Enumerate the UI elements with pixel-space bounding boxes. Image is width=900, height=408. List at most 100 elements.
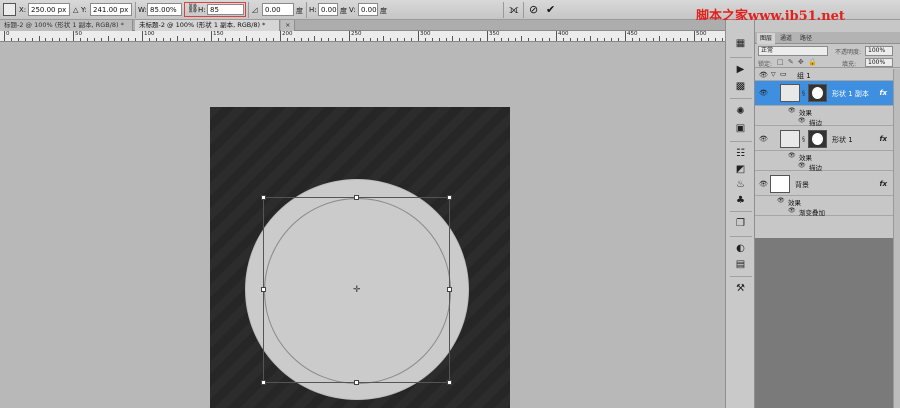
angle-input[interactable]: 0.00 bbox=[262, 3, 294, 16]
styles-panel-icon[interactable]: ◩ bbox=[733, 163, 748, 176]
ruler-label: 450 bbox=[627, 31, 638, 37]
link-icon: § bbox=[802, 136, 805, 143]
tool-presets-icon[interactable]: ⚒ bbox=[733, 282, 748, 295]
warp-icon[interactable]: ⟗ bbox=[509, 3, 519, 17]
fx-icon[interactable]: fx bbox=[879, 180, 887, 188]
effects-row[interactable]: 👁 效果 bbox=[755, 196, 893, 207]
hskew-input[interactable]: 0.00 bbox=[318, 3, 338, 16]
brightness-panel-icon[interactable]: ✺ bbox=[733, 105, 748, 118]
layer-thumbnail bbox=[780, 130, 800, 148]
canvas-workspace[interactable]: ✛ bbox=[0, 42, 725, 408]
transform-handle-right[interactable] bbox=[447, 287, 452, 292]
transform-handle-top[interactable] bbox=[354, 195, 359, 200]
separator bbox=[730, 57, 752, 58]
w-label: W: bbox=[138, 6, 147, 14]
y-input[interactable]: 241.00 px bbox=[90, 3, 132, 16]
visibility-eye-icon[interactable]: 👁 bbox=[759, 180, 768, 188]
ruler-tick bbox=[370, 38, 371, 41]
cancel-transform-icon[interactable]: ⊘ bbox=[529, 3, 538, 16]
effects-row[interactable]: 👁 效果 bbox=[755, 151, 893, 162]
lock-icons[interactable]: □ ✎ ✥ 🔒 bbox=[777, 58, 818, 66]
width-input[interactable]: 85.00% bbox=[147, 3, 182, 16]
blend-mode-select[interactable]: 正常 bbox=[758, 46, 828, 56]
fx-icon[interactable]: fx bbox=[879, 135, 887, 143]
ruler-tick bbox=[494, 38, 495, 41]
ruler-tick bbox=[397, 38, 398, 41]
ruler-tick bbox=[108, 36, 109, 41]
crosshair-icon[interactable]: ✛ bbox=[353, 286, 361, 295]
ruler-label: 250 bbox=[351, 31, 362, 37]
visibility-eye-icon[interactable]: 👁 bbox=[788, 152, 796, 159]
paths-panel-icon[interactable]: ▤ bbox=[733, 258, 748, 271]
visibility-eye-icon[interactable]: 👁 bbox=[798, 162, 806, 169]
adjustments-panel-icon[interactable]: ☷ bbox=[733, 147, 748, 160]
transform-handle-bottom[interactable] bbox=[354, 380, 359, 385]
transform-handle-bottom-right[interactable] bbox=[447, 380, 452, 385]
commit-transform-icon[interactable]: ✔ bbox=[546, 3, 555, 16]
visibility-eye-icon[interactable]: 👁 bbox=[798, 117, 806, 124]
effects-row[interactable]: 👁 效果 bbox=[755, 106, 893, 117]
h-label: H: bbox=[198, 6, 206, 14]
tab-document-2[interactable]: 未标题-2 @ 100% (形状 1 副本, RGB/8) * bbox=[135, 20, 280, 31]
transform-handle-top-right[interactable] bbox=[447, 195, 452, 200]
reference-point-icon[interactable] bbox=[3, 3, 16, 16]
visibility-eye-icon[interactable]: 👁 bbox=[759, 135, 768, 143]
tab-channels[interactable]: 通道 bbox=[777, 33, 795, 44]
ruler-tick bbox=[301, 38, 302, 41]
panel-tool-strip: ▦ ▶ ▩ ✺ ▣ ☷ ◩ ♨ ♣ ❐ ◐ ▤ ⚒ bbox=[725, 20, 755, 408]
fill-input[interactable]: 100% bbox=[865, 58, 893, 67]
transform-handle-left[interactable] bbox=[261, 287, 266, 292]
tab-layers[interactable]: 图层 bbox=[757, 33, 776, 44]
effect-name: 描边 bbox=[809, 164, 822, 172]
layer-row-shape-copy[interactable]: 👁 § 形状 1 副本 fx bbox=[755, 81, 893, 106]
height-input[interactable]: 85 bbox=[207, 4, 244, 15]
effect-gradient-overlay-row[interactable]: 👁 渐变叠加 bbox=[755, 206, 893, 217]
tab-close[interactable]: × bbox=[281, 20, 295, 31]
ruler-tick bbox=[197, 38, 198, 41]
actions-panel-icon[interactable]: ▶ bbox=[733, 63, 748, 76]
ruler-label: 200 bbox=[282, 31, 293, 37]
layers-scrollbar[interactable] bbox=[893, 69, 900, 408]
clone-source-icon[interactable]: ♨ bbox=[733, 178, 748, 191]
x-input[interactable]: 250.00 px bbox=[28, 3, 70, 16]
layer-group-row[interactable]: 👁 ▽ ▭ 组 1 bbox=[755, 69, 893, 81]
visibility-eye-icon[interactable]: 👁 bbox=[788, 207, 796, 214]
ruler-tick bbox=[252, 38, 253, 41]
swatches-panel-icon[interactable]: ▩ bbox=[733, 80, 748, 93]
visibility-eye-icon[interactable]: 👁 bbox=[788, 107, 796, 114]
ruler-tick bbox=[266, 38, 267, 41]
image-panel-icon[interactable]: ▣ bbox=[733, 122, 748, 135]
group-expand-icon[interactable]: ▽ bbox=[771, 71, 776, 78]
character-panel-icon[interactable]: ♣ bbox=[733, 194, 748, 207]
tab-document-1[interactable]: 标题-2 @ 100% (形状 1 副本, RGB/8) * bbox=[0, 20, 133, 31]
relative-position-icon[interactable]: △ bbox=[73, 6, 78, 14]
visibility-eye-icon[interactable]: 👁 bbox=[759, 71, 768, 79]
ruler-tick bbox=[225, 38, 226, 41]
opacity-input[interactable]: 100% bbox=[865, 46, 893, 56]
layer-row-background[interactable]: 👁 背景 fx bbox=[755, 172, 893, 196]
effect-stroke-row[interactable]: 👁 描边 bbox=[755, 116, 893, 127]
ruler-tick bbox=[4, 31, 5, 41]
ruler-tick bbox=[666, 38, 667, 41]
effect-stroke-row[interactable]: 👁 描边 bbox=[755, 161, 893, 172]
layer-row-shape[interactable]: 👁 § 形状 1 fx bbox=[755, 127, 893, 151]
transform-handle-bottom-left[interactable] bbox=[261, 380, 266, 385]
ruler-label: 50 bbox=[75, 31, 82, 37]
vskew-input[interactable]: 0.00 bbox=[358, 3, 378, 16]
group-name: 组 1 bbox=[797, 72, 811, 80]
ruler-tick bbox=[542, 38, 543, 41]
layers-panel: 图层 通道 路径 正常 不透明度: 100% 锁定: □ ✎ ✥ 🔒 填充: 1… bbox=[755, 20, 900, 408]
ruler-tick bbox=[653, 38, 654, 41]
horizontal-ruler[interactable]: 0 50 100 150 200 250 300 350 400 450 500 bbox=[0, 31, 725, 42]
tab-paths[interactable]: 路径 bbox=[797, 33, 815, 44]
channels-panel-icon[interactable]: ◐ bbox=[733, 242, 748, 255]
transform-handle-top-left[interactable] bbox=[261, 195, 266, 200]
ruler-tick bbox=[52, 38, 53, 41]
layer-comps-icon[interactable]: ❐ bbox=[733, 217, 748, 230]
history-panel-icon[interactable]: ▦ bbox=[733, 37, 748, 50]
ruler-tick bbox=[287, 38, 288, 41]
link-proportions-icon[interactable]: ⛓ bbox=[187, 4, 198, 14]
visibility-eye-icon[interactable]: 👁 bbox=[759, 89, 768, 97]
fx-icon[interactable]: fx bbox=[879, 89, 887, 97]
visibility-eye-icon[interactable]: 👁 bbox=[777, 197, 785, 204]
